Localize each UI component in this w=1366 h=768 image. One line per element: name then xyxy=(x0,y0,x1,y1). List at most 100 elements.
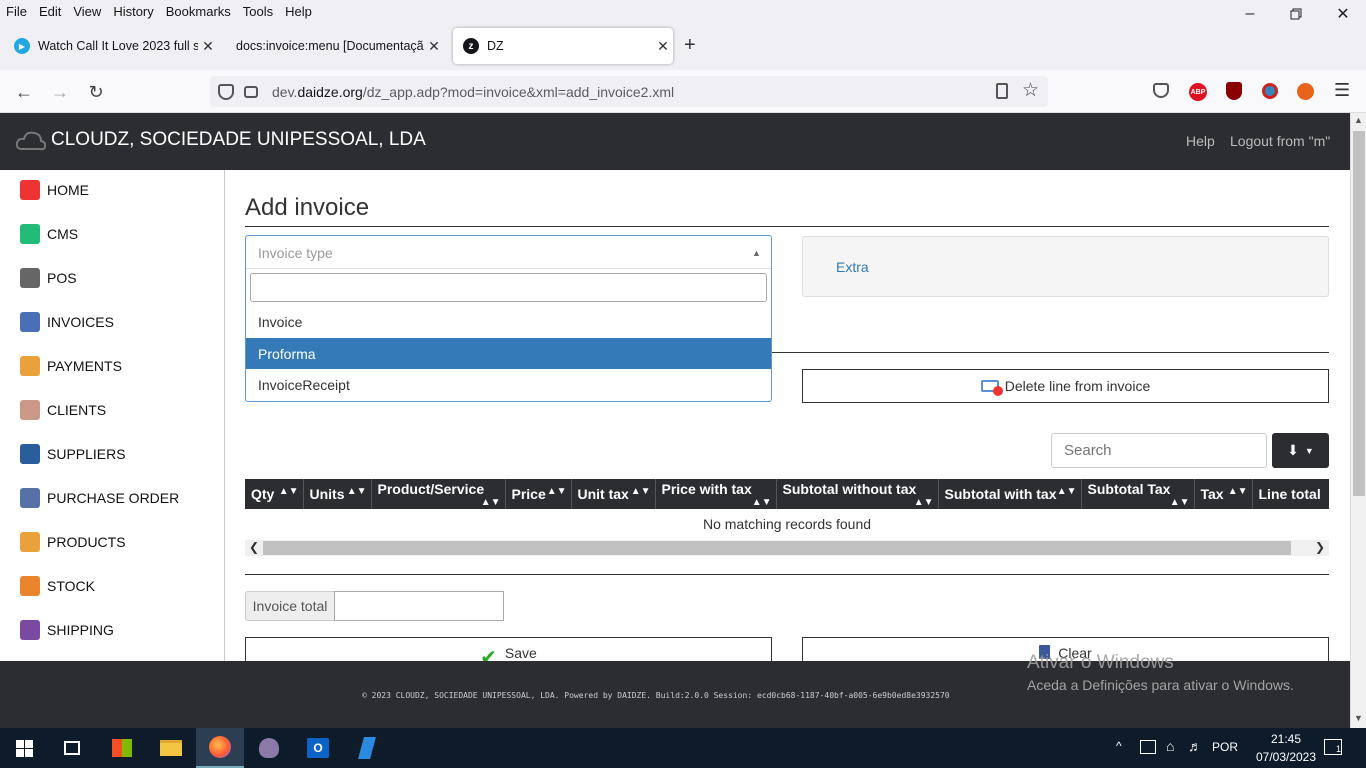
column-header[interactable]: Units ▲▼ xyxy=(303,479,372,509)
clock-time[interactable]: 21:45 xyxy=(1263,732,1309,746)
column-header[interactable]: Tax ▲▼ xyxy=(1194,479,1253,509)
sidebar-item-invoices[interactable]: INVOICES xyxy=(20,310,114,334)
sidebar-item-purchase-order[interactable]: PURCHASE ORDER xyxy=(20,486,179,510)
store-button[interactable] xyxy=(98,728,146,768)
column-header[interactable]: Product/Service ▲▼ xyxy=(371,479,506,509)
column-header[interactable]: Qty ▲▼ xyxy=(245,479,304,509)
page-scrollbar[interactable]: ▲ ▼ xyxy=(1350,113,1366,728)
menu-view[interactable]: View xyxy=(67,4,107,19)
scroll-right-icon[interactable]: ❯ xyxy=(1315,540,1325,554)
logout-link[interactable]: Logout from "m" xyxy=(1230,133,1330,149)
pidgin-button[interactable] xyxy=(245,728,293,768)
new-tab-icon[interactable]: + xyxy=(684,34,696,57)
back-icon[interactable]: ← xyxy=(10,78,38,106)
start-button[interactable] xyxy=(0,728,48,768)
outlook-button[interactable]: O xyxy=(294,728,342,768)
bookmark-star-icon[interactable]: ☆ xyxy=(1022,79,1039,102)
close-tab-icon[interactable]: ✕ xyxy=(424,38,444,55)
duckduckgo-icon[interactable] xyxy=(1297,83,1314,100)
ublock-icon[interactable] xyxy=(1226,82,1242,100)
suppliers-icon xyxy=(20,444,40,464)
tab-watch[interactable]: ▶ Watch Call It Love 2023 full serie ✕ xyxy=(4,28,218,64)
column-header[interactable]: Line total xyxy=(1252,479,1329,509)
scrollbar-thumb[interactable] xyxy=(1353,131,1365,496)
sidebar-item-label: PURCHASE ORDER xyxy=(47,490,180,506)
sidebar-item-pos[interactable]: POS xyxy=(20,266,77,290)
scroll-left-icon[interactable]: ❮ xyxy=(249,540,259,554)
close-tab-icon[interactable]: ✕ xyxy=(653,38,673,55)
wifi-icon[interactable]: ⌂ xyxy=(1166,738,1174,754)
table-scrollbar-thumb[interactable] xyxy=(263,541,1291,555)
close-tab-icon[interactable]: ✕ xyxy=(198,38,218,55)
sidebar-item-suppliers[interactable]: SUPPLIERS xyxy=(20,442,126,466)
invoice-type-select[interactable]: Invoice type ▲ Invoice Proforma InvoiceR… xyxy=(245,235,772,402)
scroll-up-icon[interactable]: ▲ xyxy=(1354,115,1363,125)
url-bar[interactable]: dev.daidze.org/dz_app.adp?mod=invoice&xm… xyxy=(210,76,1048,107)
sidebar-item-stock[interactable]: STOCK xyxy=(20,574,95,598)
privacy-extension-icon[interactable] xyxy=(1262,83,1278,99)
sidebar-item-cms[interactable]: CMS xyxy=(20,222,78,246)
main-content: Add invoice Extra Delete line from invoi… xyxy=(225,170,1350,661)
menu-tools[interactable]: Tools xyxy=(237,4,279,19)
column-header[interactable]: Subtotal with tax ▲▼ xyxy=(938,479,1082,509)
column-header[interactable]: Subtotal without tax ▲▼ xyxy=(776,479,939,509)
sidebar-item-payments[interactable]: PAYMENTS xyxy=(20,354,122,378)
shield-icon xyxy=(218,83,234,100)
table-horizontal-scrollbar[interactable]: ❮ ❯ xyxy=(245,540,1329,556)
company-name[interactable]: CLOUDZ, SOCIEDADE UNIPESSOAL, LDA xyxy=(51,129,426,151)
delete-line-button[interactable]: Delete line from invoice xyxy=(802,369,1329,403)
sidebar-item-label: HOME xyxy=(47,182,89,198)
sidebar-item-clients[interactable]: CLIENTS xyxy=(20,398,106,422)
hamburger-menu-icon[interactable]: ☰ xyxy=(1334,80,1350,101)
stock-icon xyxy=(20,576,40,596)
menu-history[interactable]: History xyxy=(107,4,159,19)
blue-app-icon xyxy=(358,737,376,759)
column-header[interactable]: Price ▲▼ xyxy=(505,479,572,509)
keyboard-tray-icon[interactable] xyxy=(1140,740,1156,754)
export-button[interactable]: ⬇ ▼ xyxy=(1272,433,1329,468)
lock-icon xyxy=(244,85,258,98)
delete-line-label: Delete line from invoice xyxy=(1004,378,1151,394)
save-button[interactable]: ✔ Save xyxy=(245,637,772,661)
help-link[interactable]: Help xyxy=(1186,133,1215,149)
column-header[interactable]: Unit tax ▲▼ xyxy=(571,479,656,509)
option-proforma[interactable]: Proforma xyxy=(246,338,771,369)
forward-icon[interactable]: → xyxy=(46,78,74,106)
select-arrow-icon[interactable]: ▲ xyxy=(752,248,761,258)
volume-icon[interactable]: ♬ xyxy=(1188,738,1202,754)
tray-chevron-icon[interactable]: ^ xyxy=(1116,739,1122,753)
option-invoice-receipt[interactable]: InvoiceReceipt xyxy=(246,369,771,400)
home-icon xyxy=(20,180,40,200)
adblock-icon[interactable]: ABP xyxy=(1189,83,1207,101)
app-button[interactable] xyxy=(343,728,391,768)
windows-icon xyxy=(15,739,33,757)
option-invoice[interactable]: Invoice xyxy=(246,306,771,337)
clock-date[interactable]: 07/03/2023 xyxy=(1255,750,1317,764)
reload-icon[interactable]: ↻ xyxy=(82,78,110,106)
sidebar-item-home[interactable]: HOME xyxy=(20,178,89,202)
firefox-taskbar-button[interactable] xyxy=(196,728,244,768)
menu-edit[interactable]: Edit xyxy=(33,4,67,19)
tab-docs[interactable]: docs:invoice:menu [Documentação ✕ xyxy=(226,28,444,64)
extra-link[interactable]: Extra xyxy=(836,259,869,275)
pocket-icon[interactable] xyxy=(1153,83,1169,98)
notification-icon[interactable]: 1 xyxy=(1324,739,1342,755)
table-search-input[interactable] xyxy=(1051,433,1267,468)
invoice-total-input[interactable] xyxy=(334,591,504,621)
browser-menu-bar: File Edit View History Bookmarks Tools H… xyxy=(0,0,1366,22)
sidebar-item-shipping[interactable]: SHIPPING xyxy=(20,618,114,642)
invoice-type-search-input[interactable] xyxy=(250,273,767,302)
column-header[interactable]: Subtotal Tax ▲▼ xyxy=(1081,479,1195,509)
column-header[interactable]: Price with tax ▲▼ xyxy=(655,479,777,509)
scroll-down-icon[interactable]: ▼ xyxy=(1354,713,1363,723)
page-title: Add invoice xyxy=(245,194,370,221)
language-indicator[interactable]: POR xyxy=(1212,740,1238,754)
sidebar-item-products[interactable]: PRODUCTS xyxy=(20,530,126,554)
reader-view-icon[interactable] xyxy=(996,83,1008,99)
menu-file[interactable]: File xyxy=(0,4,33,19)
tab-dz[interactable]: z DZ ✕ xyxy=(453,28,673,64)
file-explorer-button[interactable] xyxy=(147,728,195,768)
menu-bookmarks[interactable]: Bookmarks xyxy=(160,4,237,19)
task-view-button[interactable] xyxy=(48,728,96,768)
menu-help[interactable]: Help xyxy=(279,4,318,19)
